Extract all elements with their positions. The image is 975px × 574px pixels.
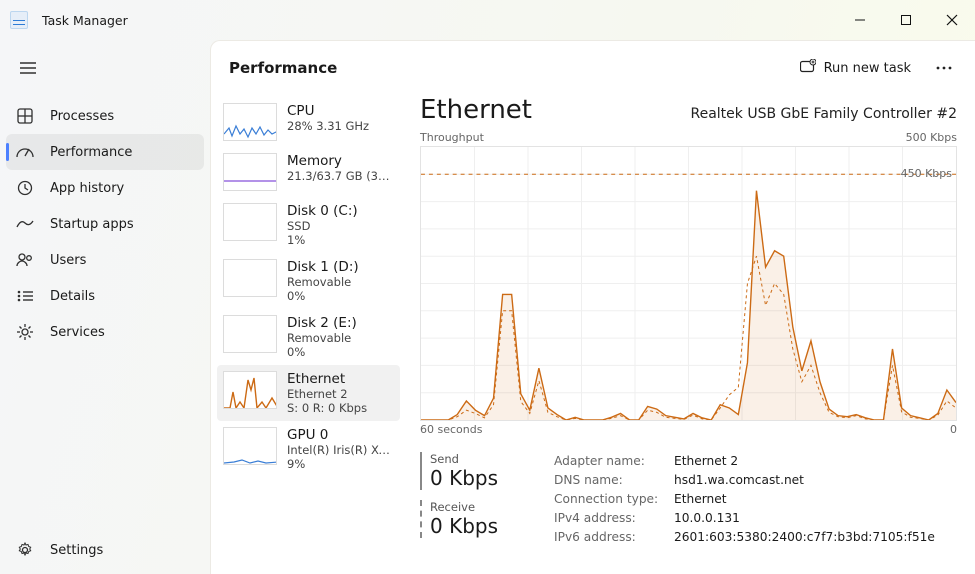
run-task-icon (800, 59, 816, 77)
nav-item-services[interactable]: Services (6, 314, 204, 350)
resource-item-gpu0[interactable]: GPU 0 Intel(R) Iris(R) Xe Gra... 9% (217, 421, 400, 477)
detail-title: Ethernet (420, 95, 532, 125)
nav-label: Startup apps (50, 217, 134, 232)
chart-top-left-label: Throughput (420, 131, 484, 144)
resource-item-disk1[interactable]: Disk 1 (D:) Removable 0% (217, 253, 400, 309)
resource-sub: Removable (287, 331, 357, 345)
resource-title: CPU (287, 103, 369, 119)
kv-key: Adapter name: (554, 452, 664, 471)
run-task-label: Run new task (824, 61, 911, 76)
resource-sub2: 0% (287, 345, 357, 359)
kv-key: Connection type: (554, 490, 664, 509)
history-icon (16, 180, 34, 196)
resource-sub: SSD (287, 219, 358, 233)
resource-sub: 21.3/63.7 GB (33%) (287, 169, 394, 183)
gear-icon (16, 324, 34, 340)
nav-item-startup-apps[interactable]: Startup apps (6, 206, 204, 242)
resource-sub2: 1% (287, 233, 358, 247)
resource-item-disk0[interactable]: Disk 0 (C:) SSD 1% (217, 197, 400, 253)
app-title: Task Manager (42, 13, 128, 28)
resource-title: Disk 0 (C:) (287, 203, 358, 219)
resource-sub: Removable (287, 275, 359, 289)
nav-item-performance[interactable]: Performance (6, 134, 204, 170)
users-icon (16, 253, 34, 267)
minimize-button[interactable] (837, 4, 883, 36)
settings-icon (16, 542, 34, 558)
title-bar: Task Manager (0, 0, 975, 40)
resource-thumb (223, 259, 277, 297)
resource-sub2: S: 0 R: 0 Kbps (287, 401, 367, 415)
send-metric: Send 0 Kbps (420, 452, 530, 490)
chart-xleft-label: 60 seconds (420, 423, 482, 436)
nav-item-details[interactable]: Details (6, 278, 204, 314)
send-value: 0 Kbps (430, 466, 530, 490)
nav-label: Processes (50, 109, 114, 124)
resource-sub: Ethernet 2 (287, 387, 367, 401)
nav-item-processes[interactable]: Processes (6, 98, 204, 134)
close-button[interactable] (929, 4, 975, 36)
kv-value: Ethernet (674, 490, 727, 509)
nav-rail: Processes Performance App history Startu… (0, 40, 210, 574)
receive-label: Receive (430, 500, 530, 514)
run-new-task-button[interactable]: Run new task (790, 55, 921, 81)
send-label: Send (430, 452, 530, 466)
resource-thumb (223, 153, 277, 191)
content-panel: Performance Run new task C (210, 40, 975, 574)
nav-label: Performance (50, 145, 132, 160)
throughput-chart[interactable]: 450 Kbps (420, 146, 957, 421)
kv-value: 10.0.0.131 (674, 509, 740, 528)
receive-metric: Receive 0 Kbps (420, 500, 530, 538)
nav-label: App history (50, 181, 124, 196)
nav-item-users[interactable]: Users (6, 242, 204, 278)
resource-detail: Ethernet Realtek USB GbE Family Controll… (406, 93, 975, 574)
kv-value: Ethernet 2 (674, 452, 738, 471)
nav-label: Settings (50, 543, 103, 558)
app-icon (10, 11, 28, 29)
kv-key: IPv4 address: (554, 509, 664, 528)
resource-title: GPU 0 (287, 427, 394, 443)
kv-key: IPv6 address: (554, 528, 664, 547)
resource-sub2: 9% (287, 457, 394, 471)
detail-properties: Adapter name: Ethernet 2 DNS name: hsd1.wa… (554, 452, 935, 548)
resource-item-cpu[interactable]: CPU 28% 3.31 GHz (217, 97, 400, 147)
resource-thumb (223, 315, 277, 353)
panel-title: Performance (229, 59, 337, 77)
resource-title: Memory (287, 153, 394, 169)
receive-value: 0 Kbps (430, 514, 530, 538)
grid-icon (16, 108, 34, 124)
nav-label: Details (50, 289, 95, 304)
resource-thumb (223, 371, 277, 409)
resource-item-memory[interactable]: Memory 21.3/63.7 GB (33%) (217, 147, 400, 197)
resource-title: Ethernet (287, 371, 367, 387)
resource-sub: Intel(R) Iris(R) Xe Gra... (287, 443, 394, 457)
hamburger-button[interactable] (8, 50, 48, 86)
nav-item-app-history[interactable]: App history (6, 170, 204, 206)
resource-thumb (223, 103, 277, 141)
resource-thumb (223, 427, 277, 465)
speed-icon (16, 144, 34, 160)
chart-ymax-label: 500 Kbps (906, 131, 957, 144)
nav-label: Users (50, 253, 86, 268)
kv-key: DNS name: (554, 471, 664, 490)
nav-item-settings[interactable]: Settings (6, 532, 204, 568)
resource-title: Disk 2 (E:) (287, 315, 357, 331)
kv-value: 2601:603:5380:2400:c7f7:b3bd:7105:f51e (674, 528, 935, 547)
resource-sub2: 0% (287, 289, 359, 303)
kv-value: hsd1.wa.comcast.net (674, 471, 804, 490)
resource-list: CPU 28% 3.31 GHz Memory 21.3/63.7 GB (33… (211, 93, 406, 574)
more-button[interactable] (927, 66, 961, 70)
startup-icon (16, 217, 34, 231)
detail-subtitle: Realtek USB GbE Family Controller #2 (690, 106, 957, 122)
list-icon (16, 290, 34, 302)
nav-label: Services (50, 325, 105, 340)
resource-item-disk2[interactable]: Disk 2 (E:) Removable 0% (217, 309, 400, 365)
panel-header: Performance Run new task (211, 41, 975, 93)
resource-thumb (223, 203, 277, 241)
maximize-button[interactable] (883, 4, 929, 36)
resource-item-ethernet[interactable]: Ethernet Ethernet 2 S: 0 R: 0 Kbps (217, 365, 400, 421)
resource-title: Disk 1 (D:) (287, 259, 359, 275)
resource-sub: 28% 3.31 GHz (287, 119, 369, 133)
chart-xright-label: 0 (950, 423, 957, 436)
chart-dashed-label: 450 Kbps (901, 167, 952, 180)
